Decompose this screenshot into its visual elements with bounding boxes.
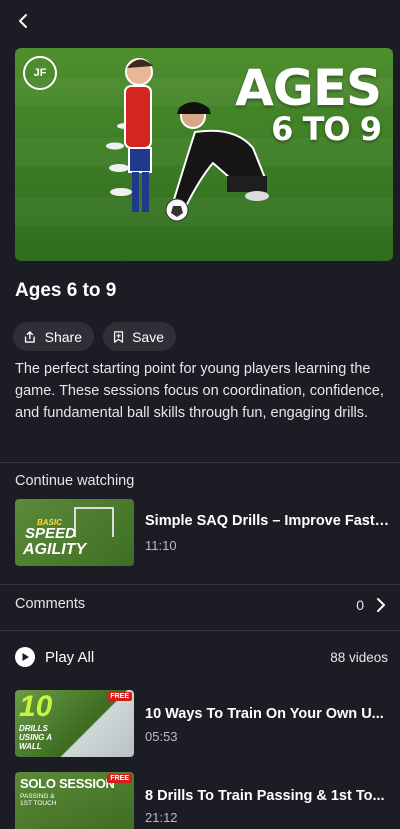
back-button[interactable] bbox=[10, 8, 36, 34]
play-all-button[interactable]: Play All bbox=[15, 647, 94, 667]
play-icon bbox=[15, 647, 35, 667]
share-icon bbox=[24, 330, 35, 343]
save-button[interactable]: Save bbox=[103, 322, 176, 351]
divider bbox=[0, 584, 400, 585]
thumb-small-text: PASSING & 1ST TOUCH bbox=[20, 793, 57, 807]
share-button[interactable]: Share bbox=[13, 322, 94, 351]
playlist-title: Ages 6 to 9 bbox=[15, 280, 117, 301]
bookmark-plus-icon bbox=[113, 330, 124, 343]
thumb-text-agility: AGILITY bbox=[23, 541, 87, 558]
continue-watching-thumbnail[interactable]: BASIC SPEED AGILITY bbox=[15, 499, 134, 566]
hero-title-line2: 6 TO 9 bbox=[271, 110, 382, 148]
video-count: 88 videos bbox=[330, 650, 388, 665]
chevron-right-icon bbox=[377, 598, 385, 612]
playlist-hero-image: JF AGES 6 TO 9 bbox=[15, 48, 393, 261]
video-thumbnail[interactable]: SOLO SESSION PASSING & 1ST TOUCH FREE bbox=[15, 772, 134, 829]
chevron-left-icon bbox=[19, 14, 27, 28]
share-label: Share bbox=[44, 328, 82, 345]
free-badge: FREE bbox=[107, 692, 132, 701]
hero-title-line1: AGES bbox=[235, 59, 382, 117]
thumb-text-speed: SPEED bbox=[25, 525, 76, 542]
comments-row[interactable]: Comments 0 bbox=[0, 588, 400, 624]
thumb-big-text: SOLO SESSION bbox=[20, 776, 115, 791]
divider bbox=[0, 462, 400, 463]
free-badge: FREE bbox=[107, 774, 132, 783]
video-thumbnail[interactable]: 10 DRILLS USING A WALL FREE bbox=[15, 690, 134, 757]
thumb-big-text: 10 bbox=[19, 690, 53, 723]
video-duration: 21:12 bbox=[145, 810, 178, 825]
thumb-small-text: DRILLS USING A WALL bbox=[19, 724, 52, 751]
divider bbox=[0, 630, 400, 631]
hero-title-overlay: AGES 6 TO 9 bbox=[235, 59, 382, 148]
comments-label: Comments bbox=[15, 596, 86, 612]
brand-logo: JF bbox=[23, 56, 57, 90]
continue-watching-duration: 11:10 bbox=[145, 538, 177, 553]
video-title[interactable]: 10 Ways To Train On Your Own U... bbox=[145, 706, 390, 722]
video-title[interactable]: 8 Drills To Train Passing & 1st To... bbox=[145, 788, 390, 804]
comments-count: 0 bbox=[356, 597, 364, 613]
continue-watching-title[interactable]: Simple SAQ Drills – Improve Fast ... bbox=[145, 513, 390, 529]
playlist-description: The perfect starting point for young pla… bbox=[15, 361, 384, 421]
continue-watching-label: Continue watching bbox=[15, 473, 135, 489]
save-label: Save bbox=[132, 328, 164, 345]
play-all-label: Play All bbox=[45, 648, 95, 666]
video-duration: 05:53 bbox=[145, 729, 178, 744]
